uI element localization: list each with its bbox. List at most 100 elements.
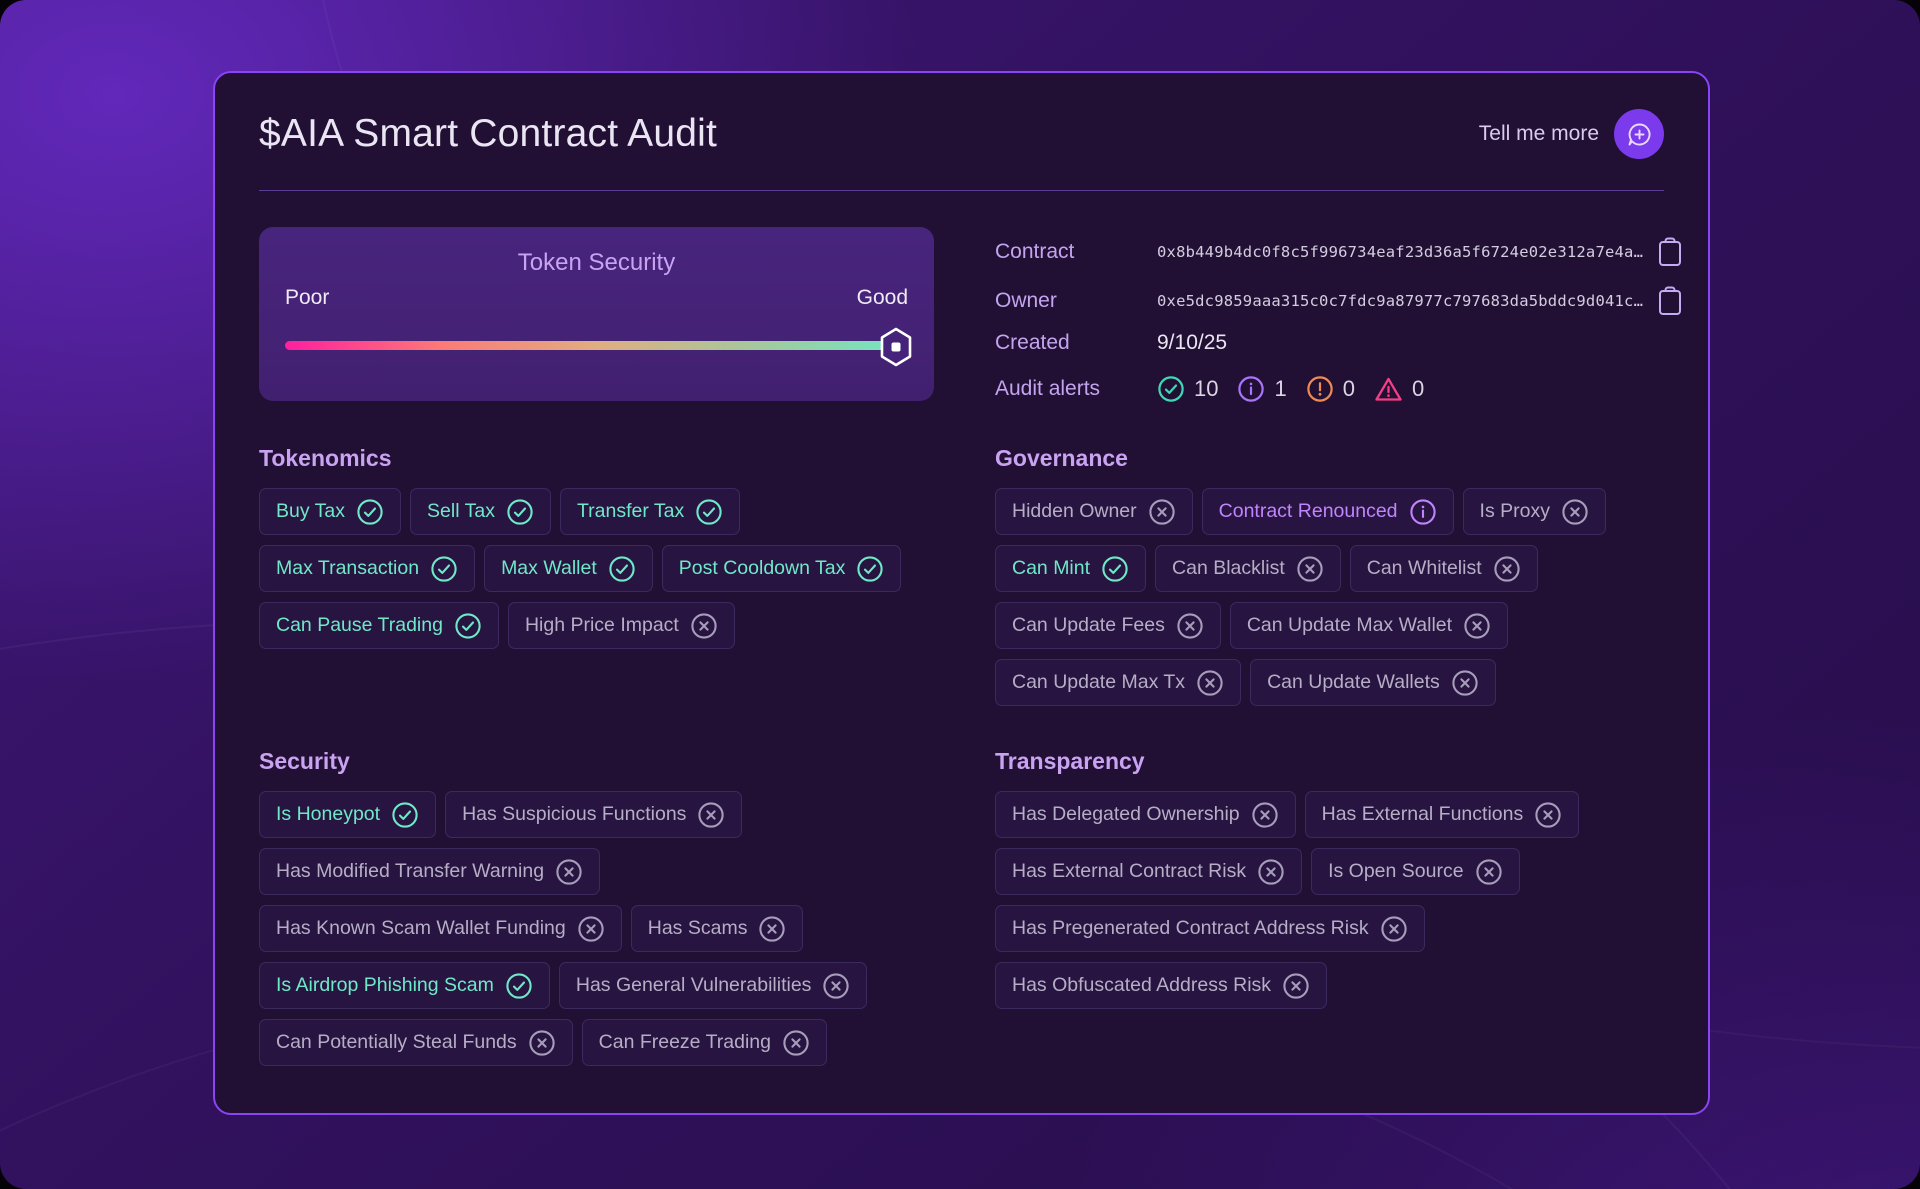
security-gauge-track [285,341,908,350]
tag-label: Transfer Tax [576,500,685,522]
cross-icon [1463,612,1491,640]
tell-me-more-button[interactable]: Tell me more [1479,109,1664,159]
check-icon [505,972,533,1000]
card-header: $AIA Smart Contract Audit Tell me more [259,109,1664,159]
cross-icon [1493,555,1521,583]
security-section: Security Is Honeypot Has Suspicious Functi… [259,748,934,1076]
tag-label: Can Update Max Tx [1012,671,1186,693]
chat-plus-icon [1614,109,1664,159]
tag-row: Has Known Scam Wallet Funding Has Scams [259,905,934,952]
contract-label: Contract [995,240,1075,263]
transparency-section: Transparency Has Delegated Ownership Has E… [995,748,1668,1076]
tag-contract-renounced: Contract Renounced [1201,488,1454,535]
cross-icon [1534,801,1562,829]
section-title-tokenomics: Tokenomics [259,445,392,471]
created-value: 9/10/25 [1157,331,1228,354]
tag-can-mint: Can Mint [995,545,1147,592]
tag-row: Has Obfuscated Address Risk [995,962,1668,1009]
tag-can-freeze-trading: Can Freeze Trading [581,1019,827,1066]
owner-row: Owner 0xe5dc9859aaa315c0c7fdc9a87977c797… [995,279,1682,323]
tag-can-potentially-steal-funds: Can Potentially Steal Funds [259,1019,573,1066]
gauge-poor-label: Poor [285,286,330,309]
cross-icon [1475,858,1503,886]
tag-label: Is Open Source [1328,860,1464,882]
section-title-governance: Governance [995,445,1128,471]
tag-label: Can Pause Trading [276,614,443,636]
tag-label: Has Modified Transfer Warning [276,860,545,882]
security-gauge-thumb [879,327,913,367]
page-title: $AIA Smart Contract Audit [259,112,718,155]
tag-can-pause-trading: Can Pause Trading [259,602,499,649]
alert-count: 10 [1194,376,1219,401]
tag-row: Has Pregenerated Contract Address Risk [995,905,1668,952]
audit-alerts-row: Audit alerts 10 1 0 0 [995,366,1668,412]
created-label: Created [995,331,1070,354]
contract-row: Contract 0x8b449b4dc0f8c5f996734eaf23d36… [995,229,1682,275]
cross-icon [1257,858,1285,886]
tag-high-price-impact: High Price Impact [507,602,735,649]
cross-icon [528,1029,556,1057]
tag-has-pregenerated-contract-address-risk: Has Pregenerated Contract Address Risk [995,905,1425,952]
tag-has-delegated-ownership: Has Delegated Ownership [995,791,1296,838]
tag-label: Can Whitelist [1366,557,1482,579]
cross-icon [1148,498,1176,526]
alert-count: 0 [1342,376,1355,401]
tag-label: Buy Tax [276,500,346,522]
tag-can-update-wallets: Can Update Wallets [1250,659,1496,706]
cross-icon [690,612,718,640]
tag-has-general-vulnerabilities: Has General Vulnerabilities [558,962,868,1009]
check-icon [430,555,458,583]
cross-icon [1196,669,1224,697]
tag-hidden-owner: Hidden Owner [995,488,1193,535]
token-security-panel: Token Security Poor Good [259,227,934,401]
owner-label: Owner [995,289,1057,312]
token-security-title: Token Security [517,249,676,276]
copy-owner-button[interactable] [1643,286,1683,316]
alert-critical: 0 [1374,376,1424,403]
copy-contract-button[interactable] [1643,237,1683,267]
tag-has-external-contract-risk: Has External Contract Risk [995,848,1303,895]
cross-icon [1296,555,1324,583]
security-gauge [285,327,911,367]
contract-details: Contract 0x8b449b4dc0f8c5f996734eaf23d36… [995,227,1682,445]
tag-label: Is Airdrop Phishing Scam [276,974,494,996]
tag-row: Is Honeypot Has Suspicious Functions [259,791,934,838]
tag-label: High Price Impact [524,614,679,636]
tag-row: Can Pause Trading High Price Impact [259,602,934,649]
tag-label: Has Delegated Ownership [1012,803,1240,825]
cross-icon [822,972,850,1000]
clipboard-icon [1659,237,1682,266]
check-icon [856,555,884,583]
tag-is-honeypot: Is Honeypot [259,791,437,838]
audit-alerts-label: Audit alerts [995,377,1101,400]
tag-label: Can Update Max Wallet [1246,614,1453,636]
alert-warning: 0 [1306,375,1355,403]
tag-can-update-max-tx: Can Update Max Tx [995,659,1242,706]
tag-has-external-functions: Has External Functions [1304,791,1580,838]
tag-label: Max Transaction [276,557,420,579]
tag-label: Can Blacklist [1172,557,1285,579]
tag-label: Is Proxy [1479,500,1550,522]
tag-row: Has Delegated Ownership Has External Func… [995,791,1668,838]
cross-icon [1251,801,1279,829]
divider [259,190,1664,191]
check-icon [608,555,636,583]
tag-label: Has External Functions [1321,803,1524,825]
alert-count: 0 [1411,376,1425,401]
check-circle-icon [1157,375,1185,403]
tag-is-airdrop-phishing-scam: Is Airdrop Phishing Scam [259,962,550,1009]
section-title-transparency: Transparency [995,748,1145,774]
tag-row: Has External Contract Risk Is Open Source [995,848,1668,895]
tag-max-wallet: Max Wallet [484,545,653,592]
content-grid: Token Security Poor Good Contract 0x8b44… [259,227,1682,1076]
tag-label: Has External Contract Risk [1012,860,1247,882]
audit-alerts-list: 10 1 0 0 [1157,375,1424,403]
tag-row: Can Update Max Tx Can Update Wallets [995,659,1668,706]
tag-label: Post Cooldown Tax [678,557,846,579]
tag-row: Can Mint Can Blacklist Can Whitelist [995,545,1668,592]
cross-icon [577,915,605,943]
check-icon [695,498,723,526]
cross-icon [782,1029,810,1057]
tag-label: Hidden Owner [1012,500,1137,522]
governance-section: Governance Hidden Owner Contract Renounced… [995,445,1668,748]
